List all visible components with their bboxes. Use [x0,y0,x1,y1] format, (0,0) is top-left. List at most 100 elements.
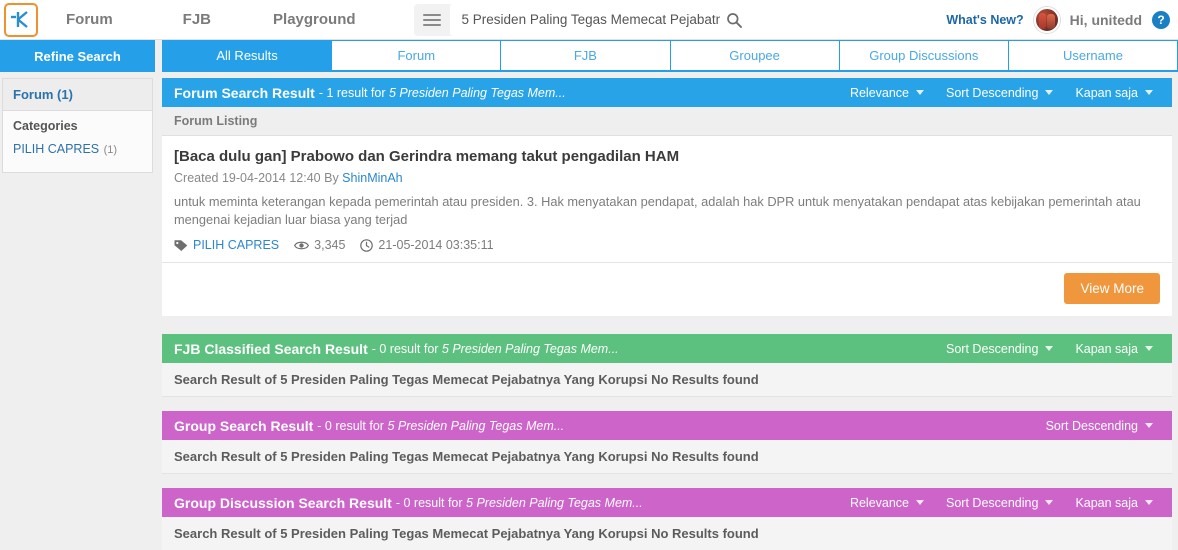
hamburger-icon[interactable] [414,4,450,36]
user-greeting[interactable]: Hi, unitedd [1070,12,1142,28]
tab-forum[interactable]: Forum [332,41,502,70]
result-tabs: All Results Forum FJB Groupee Group Disc… [162,40,1178,72]
result-views: 3,345 [294,238,345,252]
chevron-down-icon [1145,90,1153,95]
result-time-value: 21-05-2014 03:35:11 [378,238,494,253]
search-field[interactable] [449,3,756,36]
forum-block-controls: Relevance Sort Descending Kapan saja [841,84,1162,102]
kaskus-logo-icon [11,10,28,28]
chevron-down-icon [1145,346,1153,352]
result-views-count: 3,345 [314,238,346,253]
group-discussion-block-header: Group Discussion Search Result - 0 resul… [162,488,1172,518]
group-discussion-sort-relevance[interactable]: Relevance [841,494,933,512]
group-discussion-block-title: Group Discussion Search Result [174,494,392,511]
page-body: Forum (1) Categories PILIH CAPRES (1) Fo… [0,72,1178,550]
group-block-controls: Sort Descending [1037,417,1162,435]
avatar[interactable] [1033,7,1060,33]
section-gap [162,316,1172,335]
result-meta: PILIH CAPRES 3,345 21-05-2014 03:35:11 [174,238,1160,252]
results-content: Forum Search Result - 1 result for 5 Pre… [155,72,1178,550]
site-header: Forum FJB Playground What's New? Hi, uni… [0,0,1178,40]
result-snippet: untuk meminta keterangan kepada pemerint… [174,194,1141,228]
forum-sort-relevance[interactable]: Relevance [841,84,933,102]
forum-filter-time[interactable]: Kapan saja [1066,84,1162,102]
kaskus-logo[interactable] [4,2,38,37]
category-row: PILIH CAPRES (1) [13,140,142,158]
tab-groupee[interactable]: Groupee [670,41,840,70]
help-icon[interactable]: ? [1152,11,1170,29]
eye-icon [294,241,310,250]
group-block-query: 5 Presiden Paling Tegas Mem... [387,418,565,433]
tab-fjb[interactable]: FJB [501,41,671,70]
tab-all-results[interactable]: All Results [163,41,333,70]
forum-search-block: Forum Search Result - 1 result for 5 Pre… [162,78,1172,317]
chevron-down-icon [1045,90,1054,95]
forum-sort-direction[interactable]: Sort Descending [937,84,1062,102]
chevron-down-icon [1045,346,1054,352]
nav-link-fjb[interactable]: FJB [173,11,221,28]
fjb-block-subtitle: - 0 result for 5 Presiden Paling Tegas M… [371,341,619,356]
section-gap [162,474,1172,489]
sidebar-item-pilih-capres[interactable]: PILIH CAPRES [13,142,99,156]
view-more-button[interactable]: View More [1064,273,1160,305]
sidebar-categories: Categories PILIH CAPRES (1) [3,111,152,172]
nav-link-playground[interactable]: Playground [263,11,366,28]
section-gap [162,397,1172,412]
view-more-row: View More [162,263,1172,317]
group-sort-direction[interactable]: Sort Descending [1037,417,1162,435]
forum-block-query: 5 Presiden Paling Tegas Mem... [389,85,566,100]
group-discussion-no-results: Search Result of 5 Presiden Paling Tegas… [162,517,1172,550]
group-discussion-block-query: 5 Presiden Paling Tegas Mem... [466,495,643,510]
forum-block-subtitle: - 1 result for 5 Presiden Paling Tegas M… [318,85,566,100]
header-right: What's New? Hi, unitedd ? [946,0,1170,40]
fjb-block-header: FJB Classified Search Result - 0 result … [162,334,1172,364]
fjb-block-query: 5 Presiden Paling Tegas Mem... [441,341,619,356]
chevron-down-icon [1145,423,1153,429]
search-bar [413,3,756,36]
clock-icon [360,239,374,252]
category-count: (1) [103,144,118,156]
fjb-filter-time[interactable]: Kapan saja [1066,340,1162,358]
group-block-subtitle: - 0 result for 5 Presiden Paling Tegas M… [317,418,565,433]
fjb-block-title: FJB Classified Search Result [174,340,368,357]
search-button[interactable] [720,5,748,35]
result-title-link[interactable]: [Baca dulu gan] Prabowo dan Gerindra mem… [174,148,1160,165]
group-discussion-sort-direction[interactable]: Sort Descending [937,494,1062,512]
group-block-header: Group Search Result - 0 result for 5 Pre… [162,411,1172,441]
chevron-down-icon [1045,500,1054,506]
fjb-block-controls: Sort Descending Kapan saja [937,340,1162,358]
group-no-results: Search Result of 5 Presiden Paling Tegas… [162,440,1172,475]
group-discussion-block-controls: Relevance Sort Descending Kapan saja [841,494,1162,512]
chevron-down-icon [916,90,925,95]
group-discussion-filter-time[interactable]: Kapan saja [1066,494,1162,512]
forum-block-header: Forum Search Result - 1 result for 5 Pre… [162,78,1172,107]
nav-link-forum[interactable]: Forum [56,11,123,28]
forum-block-title: Forum Search Result [174,84,315,101]
chevron-down-icon [916,500,925,506]
search-input[interactable] [461,12,720,27]
group-block-title: Group Search Result [174,417,314,434]
tag-icon [174,240,188,251]
whats-new-link[interactable]: What's New? [946,13,1023,27]
sidebar-forum-header[interactable]: Forum (1) [3,79,152,111]
tab-username[interactable]: Username [1008,41,1178,70]
fjb-sort-direction[interactable]: Sort Descending [937,340,1062,358]
fjb-search-block: FJB Classified Search Result - 0 result … [162,334,1172,398]
tab-row: Refine Search All Results Forum FJB Grou… [0,40,1178,72]
result-author-link[interactable]: ShinMinAh [342,171,402,185]
result-tag[interactable]: PILIH CAPRES [174,238,279,252]
chevron-down-icon [1145,500,1153,506]
primary-nav: Forum FJB Playground [56,11,408,28]
group-search-block: Group Search Result - 0 result for 5 Pre… [162,411,1172,475]
tab-group-discussions[interactable]: Group Discussions [839,41,1009,70]
result-tag-link[interactable]: PILIH CAPRES [193,238,279,252]
group-discussion-block-subtitle: - 0 result for 5 Presiden Paling Tegas M… [395,495,643,510]
refine-search-tab[interactable]: Refine Search [0,40,155,72]
result-created: Created 19-04-2014 12:40 By ShinMinAh [174,171,403,185]
sidebar: Forum (1) Categories PILIH CAPRES (1) [0,72,155,550]
forum-listing-label: Forum Listing [162,107,1172,136]
group-discussion-search-block: Group Discussion Search Result - 0 resul… [162,488,1172,550]
forum-result-item: [Baca dulu gan] Prabowo dan Gerindra mem… [162,136,1172,264]
refine-panel: Forum (1) Categories PILIH CAPRES (1) [2,78,153,173]
fjb-no-results: Search Result of 5 Presiden Paling Tegas… [162,363,1172,398]
